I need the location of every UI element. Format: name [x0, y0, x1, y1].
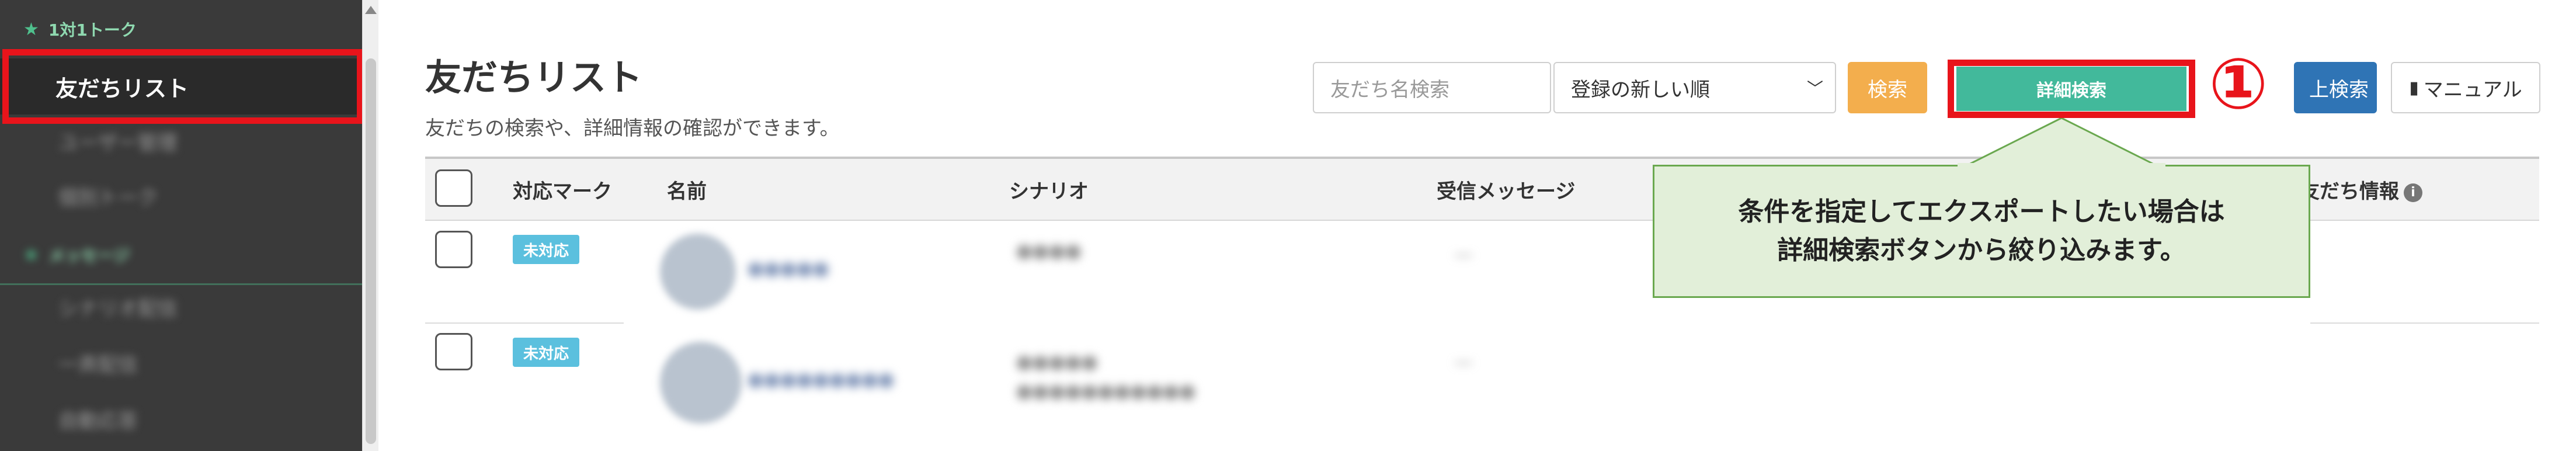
sidebar-item-label: 一斉配信	[58, 353, 138, 377]
friend-name-search-input[interactable]: 友だち名検索	[1313, 62, 1551, 113]
chevron-down-icon: ﹀	[1806, 79, 1823, 98]
book-icon: ▮	[2409, 77, 2419, 98]
scroll-thumb[interactable]	[366, 58, 376, 444]
message-cell: —	[1454, 243, 1473, 265]
sidebar: ★ 1対1トーク 友だちリスト ユーザー管理 個別トーク ★ メッセージ シナリ…	[0, 0, 362, 451]
callout-line-2: 詳細検索ボタンから絞り込みます。	[1777, 235, 2186, 265]
row-checkbox[interactable]	[435, 333, 472, 370]
sidebar-section-label: メッセージ	[48, 246, 130, 265]
row-divider	[425, 322, 624, 324]
friend-name-link[interactable]: ●●●●●●●●●	[748, 368, 894, 390]
status-badge: 未対応	[513, 338, 579, 367]
row-divider	[2310, 322, 2539, 324]
friend-name-link[interactable]: ●●●●●	[748, 257, 829, 279]
detail-search-button[interactable]: 詳細検索	[1956, 67, 2186, 111]
search-button[interactable]: 検索	[1848, 62, 1927, 113]
sort-order-select[interactable]: 登録の新しい順 ﹀	[1553, 62, 1836, 113]
page-title: 友だちリスト	[425, 56, 643, 99]
column-header-friend-info[interactable]: 友だち情報 i	[2300, 175, 2422, 204]
status-badge: 未対応	[513, 235, 579, 264]
star-icon: ★	[23, 19, 39, 40]
scenario-cell-detail: ●●●●●●●●●●●	[1016, 380, 1196, 402]
partial-search-button[interactable]: 上検索	[2294, 62, 2377, 113]
sidebar-item-individual-talk[interactable]: 個別トーク	[0, 169, 362, 222]
sidebar-section-talk[interactable]: ★ 1対1トーク	[0, 4, 362, 55]
sidebar-item-label: 自動応答	[58, 409, 138, 433]
sidebar-item-label: 個別トーク	[58, 186, 158, 210]
star-icon: ★	[23, 244, 39, 265]
sidebar-scrollbar[interactable]	[362, 0, 378, 451]
column-header-received-message[interactable]: 受信メッセージ	[1437, 175, 1575, 204]
scenario-cell: ●●●●●	[1016, 351, 1098, 373]
sidebar-item-scenario[interactable]: シナリオ配信	[0, 280, 362, 333]
friend-info-label: 友だち情報	[2300, 180, 2399, 203]
callout-line-1: 条件を指定してエクスポートしたい場合は	[1738, 197, 2225, 227]
sidebar-item-user-manage[interactable]: ユーザー管理	[0, 115, 362, 167]
scroll-up-arrow-icon[interactable]	[365, 6, 377, 14]
row-checkbox[interactable]	[435, 231, 472, 268]
step-number-marker: ①	[2209, 44, 2268, 125]
page-description: 友だちの検索や、詳細情報の確認ができます。	[425, 117, 840, 140]
manual-button-label: マニュアル	[2423, 78, 2522, 102]
info-icon[interactable]: i	[2404, 183, 2422, 202]
sort-selected-value: 登録の新しい順	[1571, 78, 1710, 102]
sidebar-item-auto-reply[interactable]: 自動応答	[0, 393, 362, 445]
search-placeholder: 友だち名検索	[1330, 78, 1449, 102]
avatar[interactable]	[660, 234, 736, 310]
annotation-callout: 条件を指定してエクスポートしたい場合は 詳細検索ボタンから絞り込みます。	[1653, 165, 2310, 298]
column-header-mark[interactable]: 対応マーク	[513, 175, 612, 204]
sidebar-item-broadcast[interactable]: 一斉配信	[0, 336, 362, 389]
sidebar-section-label: 1対1トーク	[48, 20, 137, 40]
select-all-checkbox[interactable]	[435, 169, 472, 207]
sidebar-item-label: シナリオ配信	[58, 297, 178, 321]
sidebar-item-label: 友だちリスト	[55, 75, 189, 102]
sidebar-section-message[interactable]: ★ メッセージ	[0, 229, 362, 280]
scenario-cell: ●●●●	[1016, 240, 1082, 262]
callout-pointer-joint	[1958, 163, 2165, 168]
sidebar-item-label: ユーザー管理	[58, 131, 178, 155]
column-header-name[interactable]: 名前	[667, 175, 707, 204]
message-cell: —	[1454, 351, 1473, 373]
avatar[interactable]	[660, 342, 742, 424]
column-header-scenario[interactable]: シナリオ	[1009, 175, 1089, 204]
sidebar-item-friend-list[interactable]: 友だちリスト	[0, 58, 362, 115]
manual-button[interactable]: ▮ マニュアル	[2391, 62, 2540, 113]
